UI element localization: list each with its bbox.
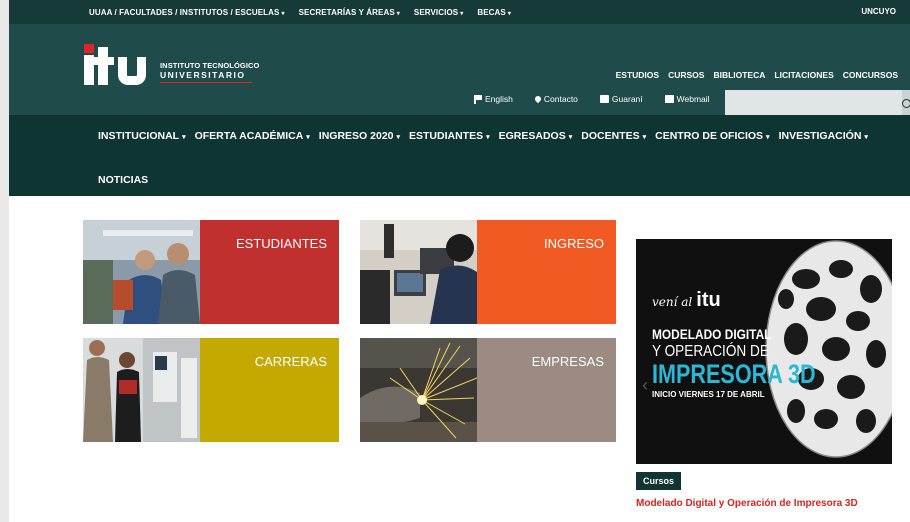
news-category-badge[interactable]: Cursos xyxy=(636,472,682,490)
logo-text: INSTITUTO TECNOLÓGICO UNIVERSITARIO xyxy=(160,61,259,83)
itu-logo-mark xyxy=(84,43,156,93)
caret-down-icon: ▾ xyxy=(306,134,310,141)
map-marker-icon xyxy=(533,94,543,104)
caret-down-icon: ▾ xyxy=(766,134,770,141)
nav-oferta-academica[interactable]: OFERTA ACADÉMICA ▾ xyxy=(195,130,310,142)
caret-down-icon: ▾ xyxy=(486,134,490,141)
envelope-icon xyxy=(664,95,674,103)
caret-down-icon: ▾ xyxy=(281,10,285,17)
header-links: ESTUDIOS CURSOS BIBLIOTECA LICITACIONES … xyxy=(616,70,898,80)
caret-down-icon: ▾ xyxy=(460,10,464,17)
tile-photo-ingreso xyxy=(360,220,477,324)
tile-carreras[interactable]: CARRERAS xyxy=(83,338,339,442)
top-nav-item-becas[interactable]: BECAS ▾ xyxy=(477,8,511,17)
top-nav-item-uuaa[interactable]: UUAA / FACULTADES / INSTITUTOS / ESCUELA… xyxy=(89,8,285,17)
quick-link-contacto[interactable]: Contacto xyxy=(533,94,578,104)
caret-down-icon: ▾ xyxy=(568,134,573,141)
news-slider[interactable]: vení al itu MODELADO DIGITAL Y OPERACIÓN … xyxy=(636,239,892,464)
top-utility-bar: UUAA / FACULTADES / INSTITUTOS / ESCUELA… xyxy=(9,0,910,24)
quick-link-webmail[interactable]: Webmail xyxy=(664,94,710,104)
edit-icon xyxy=(599,95,609,103)
header-link-biblioteca[interactable]: BIBLIOTECA xyxy=(713,70,765,80)
top-nav-item-servicios[interactable]: SERVICIOS ▾ xyxy=(414,8,463,17)
logo-line-2: UNIVERSITARIO xyxy=(160,70,246,80)
slider-caption: vení al itu MODELADO DIGITAL Y OPERACIÓN … xyxy=(652,289,816,399)
caret-down-icon: ▾ xyxy=(507,10,511,17)
main-nav-row-1: INSTITUCIONAL ▾ OFERTA ACADÉMICA ▾ INGRESO… xyxy=(98,130,868,142)
caret-down-icon: ▾ xyxy=(642,134,647,141)
main-nav: INSTITUCIONAL ▾ OFERTA ACADÉMICA ▾ INGRESO… xyxy=(9,115,910,196)
quick-link-guarani[interactable]: Guaraní xyxy=(599,94,643,104)
header-link-concursos[interactable]: CONCURSOS xyxy=(843,70,898,80)
header-link-cursos[interactable]: CURSOS xyxy=(668,70,704,80)
tile-photo-carreras xyxy=(83,338,200,442)
nav-centro-de-oficios[interactable]: CENTRO DE OFICIOS ▾ xyxy=(655,130,769,142)
search-button[interactable] xyxy=(902,90,910,116)
tile-photo-estudiantes xyxy=(83,220,200,324)
tile-label-empresas: EMPRESAS xyxy=(477,338,616,442)
site-logo[interactable]: INSTITUTO TECNOLÓGICO UNIVERSITARIO xyxy=(84,43,259,93)
nav-ingreso[interactable]: INGRESO 2020 ▾ xyxy=(319,130,400,142)
tile-ingreso[interactable]: INGRESO xyxy=(360,220,616,324)
nav-investigacion[interactable]: INVESTIGACIÓN ▾ xyxy=(779,130,868,142)
tile-label-estudiantes: ESTUDIANTES xyxy=(200,220,339,324)
search-icon xyxy=(902,98,910,108)
logo-underline xyxy=(160,82,252,83)
header-link-licitaciones[interactable]: LICITACIONES xyxy=(774,70,833,80)
page: UUAA / FACULTADES / INSTITUTOS / ESCUELA… xyxy=(9,0,910,522)
caret-down-icon: ▾ xyxy=(864,134,868,141)
search-input[interactable] xyxy=(725,90,902,116)
uncuyo-link[interactable]: UNCUYO xyxy=(861,7,896,16)
top-nav-item-secretarias[interactable]: SECRETARÍAS Y ÁREAS ▾ xyxy=(299,8,400,17)
flag-icon xyxy=(473,95,482,104)
header-link-estudios[interactable]: ESTUDIOS xyxy=(616,70,659,80)
tile-label-ingreso: INGRESO xyxy=(477,220,616,324)
quick-links: English Contacto Guaraní Webmail xyxy=(473,94,710,104)
nav-egresados[interactable]: EGRESADOS ▾ xyxy=(499,130,573,142)
top-nav: UUAA / FACULTADES / INSTITUTOS / ESCUELA… xyxy=(89,8,511,17)
tile-estudiantes[interactable]: ESTUDIANTES xyxy=(83,220,339,324)
nav-estudiantes[interactable]: ESTUDIANTES ▾ xyxy=(409,130,490,142)
nav-docentes[interactable]: DOCENTES ▾ xyxy=(581,130,646,142)
caret-down-icon: ▾ xyxy=(182,134,186,141)
nav-institucional[interactable]: INSTITUCIONAL ▾ xyxy=(98,130,186,142)
site-header: INSTITUTO TECNOLÓGICO UNIVERSITARIO ESTU… xyxy=(9,24,910,116)
tile-label-carreras: CARRERAS xyxy=(200,338,339,442)
news-title-link[interactable]: Modelado Digital y Operación de Impresor… xyxy=(636,498,858,509)
main-nav-row-2: NOTICIAS xyxy=(98,170,148,188)
logo-line-1: INSTITUTO TECNOLÓGICO xyxy=(160,61,260,70)
slider-prev-arrow-icon[interactable]: ‹ xyxy=(642,375,648,396)
search-box xyxy=(725,90,910,116)
caret-down-icon: ▾ xyxy=(396,134,401,141)
caret-down-icon: ▾ xyxy=(396,10,400,17)
quick-link-english[interactable]: English xyxy=(473,94,513,104)
nav-noticias[interactable]: NOTICIAS xyxy=(98,174,148,186)
tile-empresas[interactable]: EMPRESAS xyxy=(360,338,616,442)
tile-photo-empresas xyxy=(360,338,477,442)
